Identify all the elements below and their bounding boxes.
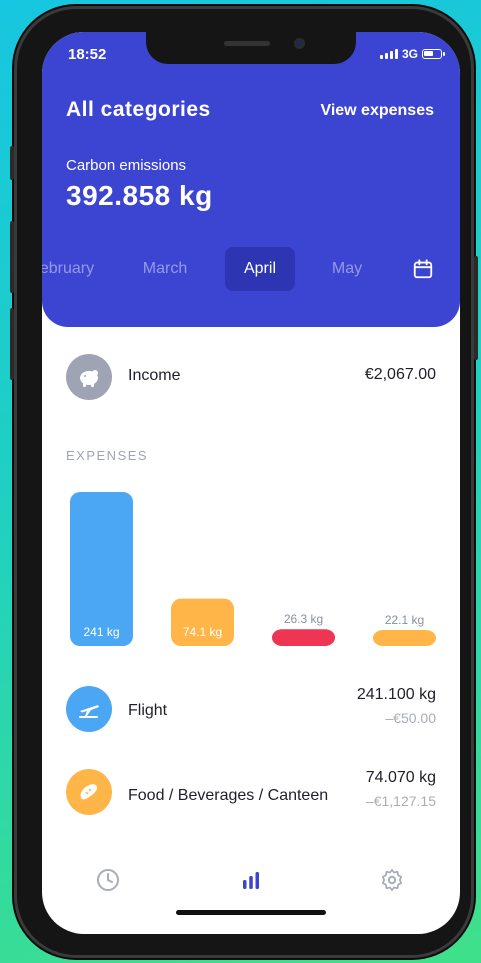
header-panel: 18:52 3G All categories View expenses Ca… <box>42 32 460 327</box>
volume-down-button <box>10 308 14 380</box>
notch <box>146 32 356 64</box>
mute-switch <box>10 146 14 180</box>
expense-name: Flight <box>128 702 168 719</box>
home-indicator <box>176 910 326 915</box>
tab-settings[interactable] <box>372 860 412 900</box>
chart-data-label: 26.3 kg <box>284 612 323 626</box>
tab-history[interactable] <box>88 860 128 900</box>
bread-icon <box>66 769 112 815</box>
income-row[interactable]: Income €2,067.00 <box>66 354 436 402</box>
signal-icon <box>379 49 398 59</box>
expense-name: Food / Beverages / Canteen <box>128 787 329 804</box>
month-tab-february[interactable]: ebruary <box>42 247 102 291</box>
carbon-emissions-label: Carbon emissions <box>66 157 187 174</box>
month-tab-march[interactable]: March <box>130 247 200 291</box>
expense-row-food[interactable]: Food / Beverages / Canteen 74.070 kg –€1… <box>66 769 436 821</box>
gear-icon <box>381 869 403 891</box>
speaker <box>224 41 270 46</box>
income-label: Income <box>128 367 181 384</box>
expense-eur: –€1,127.15 <box>365 793 436 809</box>
month-tab-may[interactable]: May <box>312 247 382 291</box>
chart-data-label: 22.1 kg <box>385 613 424 627</box>
tab-bar <box>42 860 460 900</box>
calendar-icon[interactable] <box>412 258 434 280</box>
view-expenses-link[interactable]: View expenses <box>320 102 434 120</box>
front-camera <box>294 38 305 49</box>
tab-stats[interactable] <box>231 860 271 900</box>
chart-bar[interactable] <box>272 629 335 646</box>
expense-kg: 241.100 kg <box>356 686 436 703</box>
expenses-section-label: EXPENSES <box>66 448 149 463</box>
chart-data-label: 74.1 kg <box>183 625 222 639</box>
piggy-bank-icon <box>66 354 112 400</box>
power-button <box>474 256 478 360</box>
app-screen: 18:52 3G All categories View expenses Ca… <box>42 32 460 934</box>
expense-kg: 74.070 kg <box>365 769 436 786</box>
battery-icon <box>422 49 445 59</box>
page-title: All categories <box>66 98 211 121</box>
chart-bar[interactable] <box>373 630 436 646</box>
airplane-icon <box>66 686 112 732</box>
status-icons: 3G <box>379 47 445 61</box>
chart-data-label: 241 kg <box>83 625 119 639</box>
expense-eur: –€50.00 <box>385 710 436 726</box>
clock-icon <box>97 869 119 891</box>
chart-bar[interactable] <box>70 492 133 646</box>
expense-row-flight[interactable]: Flight 241.100 kg –€50.00 <box>66 686 436 738</box>
month-selector: ebruary March April May <box>42 247 460 293</box>
network-label: 3G <box>401 47 418 61</box>
income-amount: €2,067.00 <box>364 366 436 383</box>
expenses-bar-chart: 241 kg 74.1 kg 26.3 kg 22.1 kg <box>70 492 436 646</box>
status-time: 18:52 <box>68 46 107 63</box>
volume-up-button <box>10 221 14 293</box>
bar-chart-icon <box>243 872 259 889</box>
month-tab-april[interactable]: April <box>225 247 295 291</box>
carbon-emissions-value: 392.858 kg <box>66 180 213 211</box>
